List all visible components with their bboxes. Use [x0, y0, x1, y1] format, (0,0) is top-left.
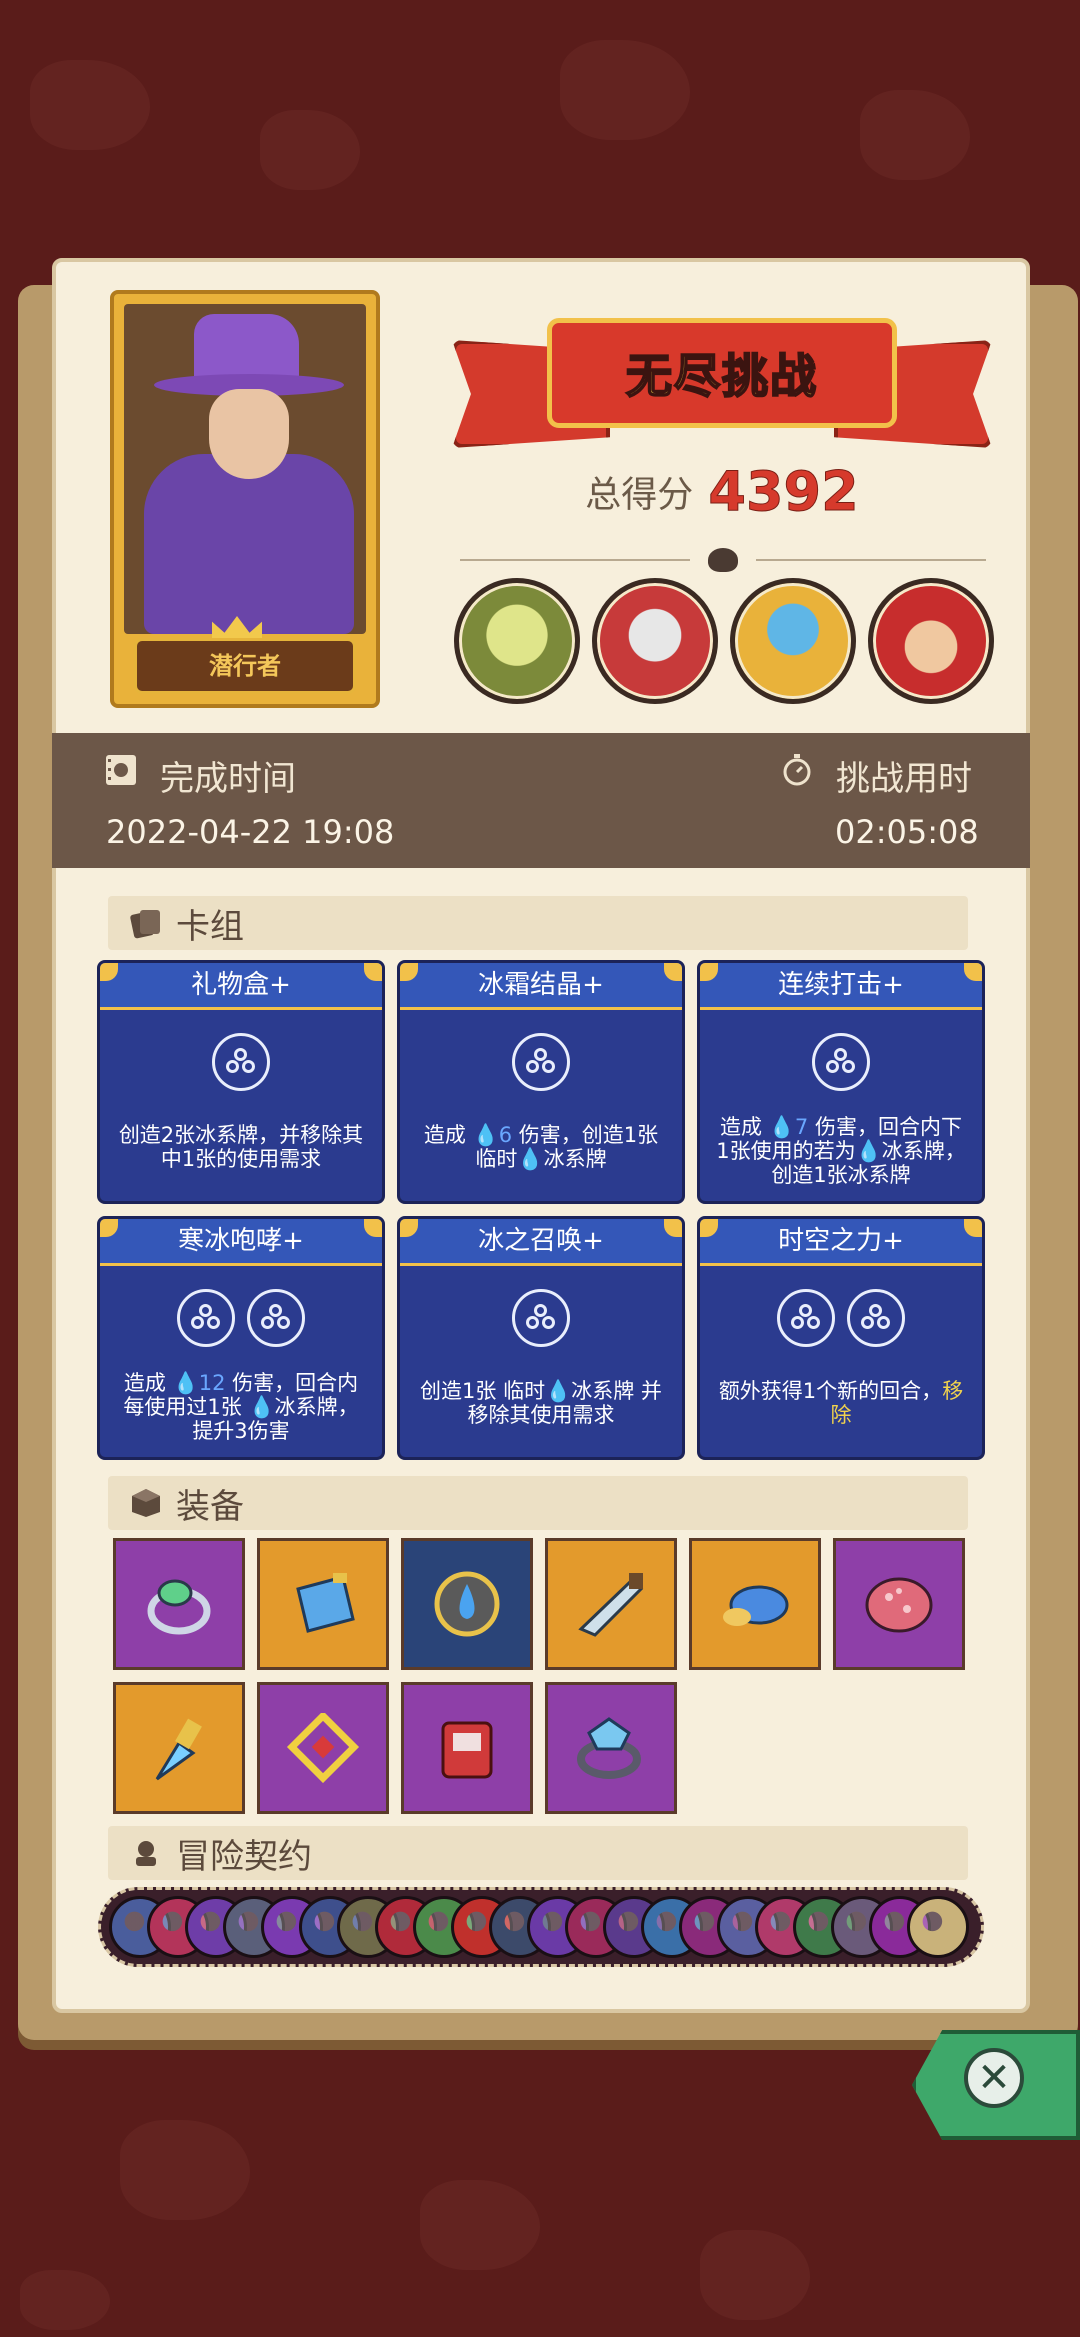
bloody-tome-icon — [441, 1721, 493, 1779]
card-gift-box[interactable]: 礼物盒+ 创造2张冰系牌，并移除其 中1张的使用需求 — [97, 960, 385, 1204]
contract-badge[interactable] — [907, 1896, 969, 1958]
blue-crystal-icon — [296, 1573, 355, 1633]
card-title: 冰之召唤+ — [400, 1219, 682, 1266]
duration-value: 02:05:08 — [835, 813, 979, 851]
contracts-label: 冒险契约 — [176, 1836, 312, 1877]
card-ice-roar[interactable]: 寒冰咆哮+ 造成 💧12 伤害，回合内 每使用过1张 💧冰系牌， 提升3伤害 — [97, 1216, 385, 1460]
blue-mushroom-icon — [723, 1585, 789, 1626]
box-icon — [132, 1489, 160, 1517]
leaf-ring-icon — [147, 1579, 211, 1635]
energy-cost-icon — [512, 1289, 570, 1347]
card-combo-strike[interactable]: 连续打击+ 造成 💧7 伤害，回合内下 1张使用的若为💧冰系牌， 创造1张冰系牌 — [697, 960, 985, 1204]
stopwatch-icon — [783, 754, 811, 786]
boss-avatar-1[interactable] — [454, 578, 580, 704]
water-drop-icon: 💧 — [248, 1395, 275, 1419]
equip-spotted-shell[interactable] — [833, 1538, 965, 1670]
score-label: 总得分 — [585, 474, 694, 516]
finish-time-value: 2022-04-22 19:08 — [106, 813, 395, 851]
finish-time-label: 完成时间 — [160, 759, 296, 799]
card-description: 造成 💧12 伤害，回合内 每使用过1张 💧冰系牌， 提升3伤害 — [123, 1371, 359, 1443]
card-ice-summon[interactable]: 冰之召唤+ 创造1张 临时💧冰系牌 并 移除其使用需求 — [397, 1216, 685, 1460]
boss-list — [454, 578, 994, 708]
card-title: 礼物盒+ — [100, 963, 382, 1010]
score-value: 4392 — [708, 460, 859, 524]
energy-cost-icon — [812, 1033, 870, 1091]
banner-title: 无尽挑战 — [625, 348, 818, 404]
cards-icon — [130, 910, 160, 939]
energy-cost-icon — [847, 1289, 905, 1347]
contract-seal-icon — [136, 1841, 156, 1866]
water-drop-icon: 💧 — [472, 1123, 499, 1147]
equip-ice-dagger[interactable] — [113, 1682, 245, 1814]
card-description: 额外获得1个新的回合，移 除 — [718, 1379, 964, 1427]
equipment-header: 装备 — [108, 1476, 968, 1530]
skull-icon — [708, 548, 738, 572]
energy-cost-icon — [512, 1033, 570, 1091]
card-title: 时空之力+ — [700, 1219, 982, 1266]
card-description: 造成 💧7 伤害，回合内下 1张使用的若为💧冰系牌， 创造1张冰系牌 — [716, 1115, 966, 1187]
boss-avatar-3[interactable] — [730, 578, 856, 704]
hero-portrait: 潜行者 — [110, 290, 380, 708]
diamond-ring-icon — [577, 1717, 641, 1779]
card-description: 创造2张冰系牌，并移除其 中1张的使用需求 — [118, 1123, 364, 1171]
energy-cost-icon — [212, 1033, 270, 1091]
card-description: 创造1张 临时💧冰系牌 并 移除其使用需求 — [420, 1379, 662, 1427]
card-title: 冰霜结晶+ — [400, 963, 682, 1010]
duration-label: 挑战用时 — [836, 759, 972, 799]
boss-avatar-4[interactable] — [868, 578, 994, 704]
contract-list — [98, 1887, 984, 1967]
card-frost-crystal[interactable]: 冰霜结晶+ 造成 💧6 伤害，创造1张 临时💧冰系牌 — [397, 960, 685, 1204]
time-bar: 完成时间 2022-04-22 19:08 挑战用时 02:05:08 — [52, 733, 1030, 868]
equip-bloody-tome[interactable] — [401, 1682, 533, 1814]
water-drop-icon: 💧 — [768, 1115, 795, 1139]
hero-name: 潜行者 — [134, 638, 356, 694]
card-title: 连续打击+ — [700, 963, 982, 1010]
spotted-shell-icon — [865, 1577, 933, 1633]
energy-cost-icon — [177, 1289, 235, 1347]
water-drop-icon: 💧 — [172, 1371, 199, 1395]
equipment-label: 装备 — [176, 1486, 244, 1527]
contracts-header: 冒险契约 — [108, 1826, 968, 1880]
water-amulet-icon — [434, 1571, 500, 1637]
ice-dagger-icon — [155, 1718, 202, 1781]
deck-label: 卡组 — [176, 906, 244, 947]
water-drop-icon: 💧 — [517, 1147, 544, 1171]
equip-blue-mushroom[interactable] — [689, 1538, 821, 1670]
card-description: 造成 💧6 伤害，创造1张 临时💧冰系牌 — [423, 1123, 659, 1171]
score-row: 总得分 4392 — [452, 460, 992, 524]
equip-diamond-ring[interactable] — [545, 1682, 677, 1814]
energy-cost-icon — [777, 1289, 835, 1347]
equip-blue-crystal[interactable] — [257, 1538, 389, 1670]
water-drop-icon: 💧 — [855, 1139, 882, 1163]
equip-water-amulet[interactable] — [401, 1538, 533, 1670]
equip-gold-rune[interactable] — [257, 1682, 389, 1814]
card-title: 寒冰咆哮+ — [100, 1219, 382, 1266]
boss-avatar-2[interactable] — [592, 578, 718, 704]
close-icon[interactable]: ✕ — [964, 2048, 1024, 2108]
equip-ice-blade[interactable] — [545, 1538, 677, 1670]
hero-image — [124, 304, 366, 634]
deck-header: 卡组 — [108, 896, 968, 950]
equip-leaf-ring[interactable] — [113, 1538, 245, 1670]
card-time-power[interactable]: 时空之力+ 额外获得1个新的回合，移 除 — [697, 1216, 985, 1460]
film-icon — [106, 755, 136, 785]
gold-rune-icon — [286, 1713, 360, 1783]
title-banner: 无尽挑战 — [452, 318, 992, 448]
water-drop-icon: 💧 — [545, 1379, 572, 1403]
ornament-divider — [440, 548, 1006, 572]
energy-cost-icon — [247, 1289, 305, 1347]
ice-blade-icon — [578, 1573, 644, 1637]
